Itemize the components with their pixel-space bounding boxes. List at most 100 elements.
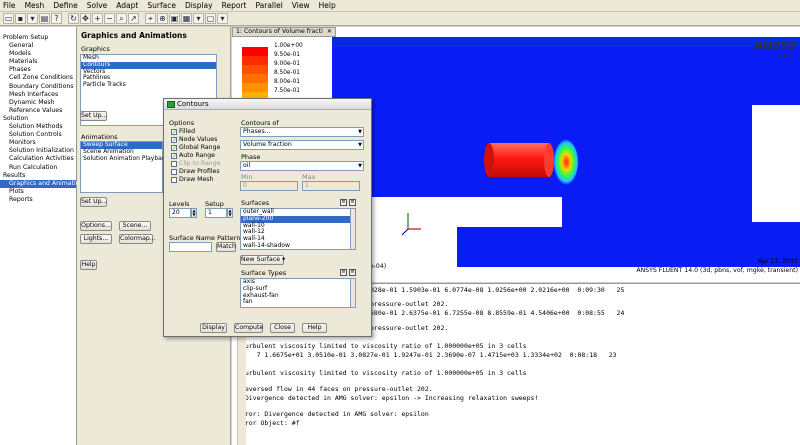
menu-surface[interactable]: Surface [147, 1, 176, 10]
display-button[interactable]: Display [200, 323, 227, 333]
nav-item[interactable]: Cell Zone Conditions [0, 74, 76, 82]
list-item[interactable]: fan [241, 299, 355, 306]
layout-icon[interactable]: ▦ [181, 13, 192, 24]
compute-button[interactable]: Compute [234, 323, 263, 333]
probe-icon[interactable]: ↗ [128, 13, 139, 24]
option-checkbox[interactable]: ✓ Auto Range [171, 152, 215, 159]
nav-item[interactable]: Solution Controls [0, 131, 76, 139]
nav-item[interactable]: General [0, 42, 76, 50]
close-button[interactable]: Close [270, 323, 295, 333]
help-button[interactable]: Help [80, 260, 97, 270]
phase-select[interactable]: oil ▼ [240, 161, 364, 171]
zoom-box-icon[interactable]: ⌕ [116, 13, 127, 24]
checkbox-box[interactable]: ✓ [171, 136, 177, 143]
pan-icon[interactable]: ✥ [80, 13, 91, 24]
surfaces-scrollbar[interactable] [350, 208, 356, 250]
nav-item[interactable]: Problem Setup [0, 34, 76, 42]
setup-field[interactable]: 1 [205, 208, 227, 218]
contours-dialog[interactable]: Contours Options ✓ Filled ✓ Node Values ✓ Glo… [163, 98, 372, 337]
menu-define[interactable]: Define [53, 1, 77, 10]
help-icon[interactable]: ? [51, 13, 62, 24]
nav-item[interactable]: Boundary Conditions [0, 83, 76, 91]
nav-item[interactable]: Mesh Interfaces [0, 91, 76, 99]
option-checkbox[interactable]: ✓ Global Range [171, 144, 220, 151]
list-item[interactable]: Solution Animation Playback [81, 155, 169, 163]
zoom-in-icon[interactable]: + [92, 13, 103, 24]
checkbox-box[interactable] [171, 160, 177, 167]
option-checkbox[interactable]: ✓ Filled [171, 128, 195, 135]
surface-types-scrollbar[interactable] [350, 278, 356, 308]
scene-button[interactable]: Scene... [119, 221, 151, 231]
animations-setup-button[interactable]: Set Up... [80, 197, 107, 207]
match-button[interactable]: Match [216, 242, 236, 252]
graphics-window-tab[interactable]: 1: Contours of Volume fracti ✕ [232, 27, 336, 37]
deselect-all-icon[interactable]: ≡ [349, 199, 356, 206]
graphics-setup-button[interactable]: Set Up... [80, 111, 107, 121]
open-file-icon[interactable]: ▭ [3, 13, 14, 24]
nav-item[interactable]: Monitors [0, 139, 76, 147]
menu-adapt[interactable]: Adapt [116, 1, 138, 10]
save-icon[interactable]: ▪ [15, 13, 26, 24]
surface-name-pattern-field[interactable] [169, 242, 212, 252]
contours-of-select[interactable]: Phases... ▼ [240, 127, 364, 137]
list-item[interactable]: wall-14-shadow [241, 242, 355, 250]
option-checkbox[interactable]: Draw Mesh [171, 176, 213, 183]
nav-item[interactable]: Dynamic Mesh [0, 99, 76, 107]
view-dropdown-icon[interactable]: ▾ [193, 13, 204, 24]
menu-solve[interactable]: Solve [87, 1, 108, 10]
surfaces-list[interactable]: outer_wall plane-200 wall-10 wall-12 wall-14… [240, 208, 356, 250]
nav-item[interactable]: Plots [0, 188, 76, 196]
window-dropdown-icon[interactable]: ▾ [217, 13, 228, 24]
zoom-fit-icon[interactable]: ⌖ [145, 13, 156, 24]
animations-list[interactable]: Sweep Surface Scene Animation Solution Ani… [80, 141, 169, 193]
checkbox-box[interactable] [171, 176, 177, 183]
new-surface-button[interactable]: New Surface ▾ [240, 255, 285, 265]
window-icon[interactable]: ▢ [205, 13, 216, 24]
print-icon[interactable]: ▤ [39, 13, 50, 24]
dialog-help-button[interactable]: Help [302, 323, 327, 333]
nav-item[interactable]: Run Calculation [0, 164, 76, 172]
nav-item[interactable]: Phases [0, 66, 76, 74]
nav-item[interactable]: Reference Values [0, 107, 76, 115]
nav-item[interactable]: Models [0, 50, 76, 58]
menu-display[interactable]: Display [185, 1, 213, 10]
checkbox-box[interactable] [171, 168, 177, 175]
option-checkbox[interactable]: Draw Profiles [171, 168, 220, 175]
nav-item[interactable]: Solution Methods [0, 123, 76, 131]
setup-stepper[interactable]: ▲ ▼ [227, 208, 233, 218]
view-icon[interactable]: ▣ [169, 13, 180, 24]
select-all-icon[interactable]: ≡ [340, 269, 347, 276]
rotate-icon[interactable]: ↻ [68, 13, 79, 24]
nav-item[interactable]: Materials [0, 58, 76, 66]
menu-report[interactable]: Report [222, 1, 247, 10]
options-button[interactable]: Options... [80, 221, 112, 231]
levels-field[interactable]: 20 [169, 208, 191, 218]
menu-file[interactable]: File [3, 1, 16, 10]
select-all-icon[interactable]: ≡ [340, 199, 347, 206]
magnify-icon[interactable]: ⊕ [157, 13, 168, 24]
deselect-all-icon[interactable]: ≡ [349, 269, 356, 276]
close-icon[interactable]: ✕ [327, 28, 332, 35]
nav-item[interactable]: Graphics and Animations [0, 179, 87, 188]
nav-item[interactable]: Solution Initialization [0, 147, 76, 155]
levels-stepper[interactable]: ▲ ▼ [191, 208, 197, 218]
list-item[interactable]: Particle Tracks [81, 81, 216, 89]
nav-item[interactable]: Results [0, 172, 76, 180]
menu-view[interactable]: View [292, 1, 310, 10]
dialog-titlebar[interactable]: Contours [164, 99, 371, 110]
menu-mesh[interactable]: Mesh [25, 1, 45, 10]
nav-item[interactable]: Reports [0, 196, 76, 204]
zoom-out-icon[interactable]: − [104, 13, 115, 24]
min-field[interactable]: 0 [240, 181, 298, 191]
checkbox-box[interactable]: ✓ [171, 144, 177, 151]
list-item[interactable]: exhaust-fan [241, 292, 355, 300]
menu-help[interactable]: Help [319, 1, 336, 10]
contours-of-sub-select[interactable]: Volume fraction ▼ [240, 140, 364, 150]
option-checkbox[interactable]: Clip to Range [171, 160, 220, 167]
nav-item[interactable]: Calculation Activities [0, 155, 76, 163]
colormap-button[interactable]: Colormap... [119, 234, 156, 244]
lights-button[interactable]: Lights... [80, 234, 112, 244]
nav-item[interactable]: Solution [0, 115, 76, 123]
save-dropdown-icon[interactable]: ▾ [27, 13, 38, 24]
max-field[interactable]: 1 [302, 181, 360, 191]
